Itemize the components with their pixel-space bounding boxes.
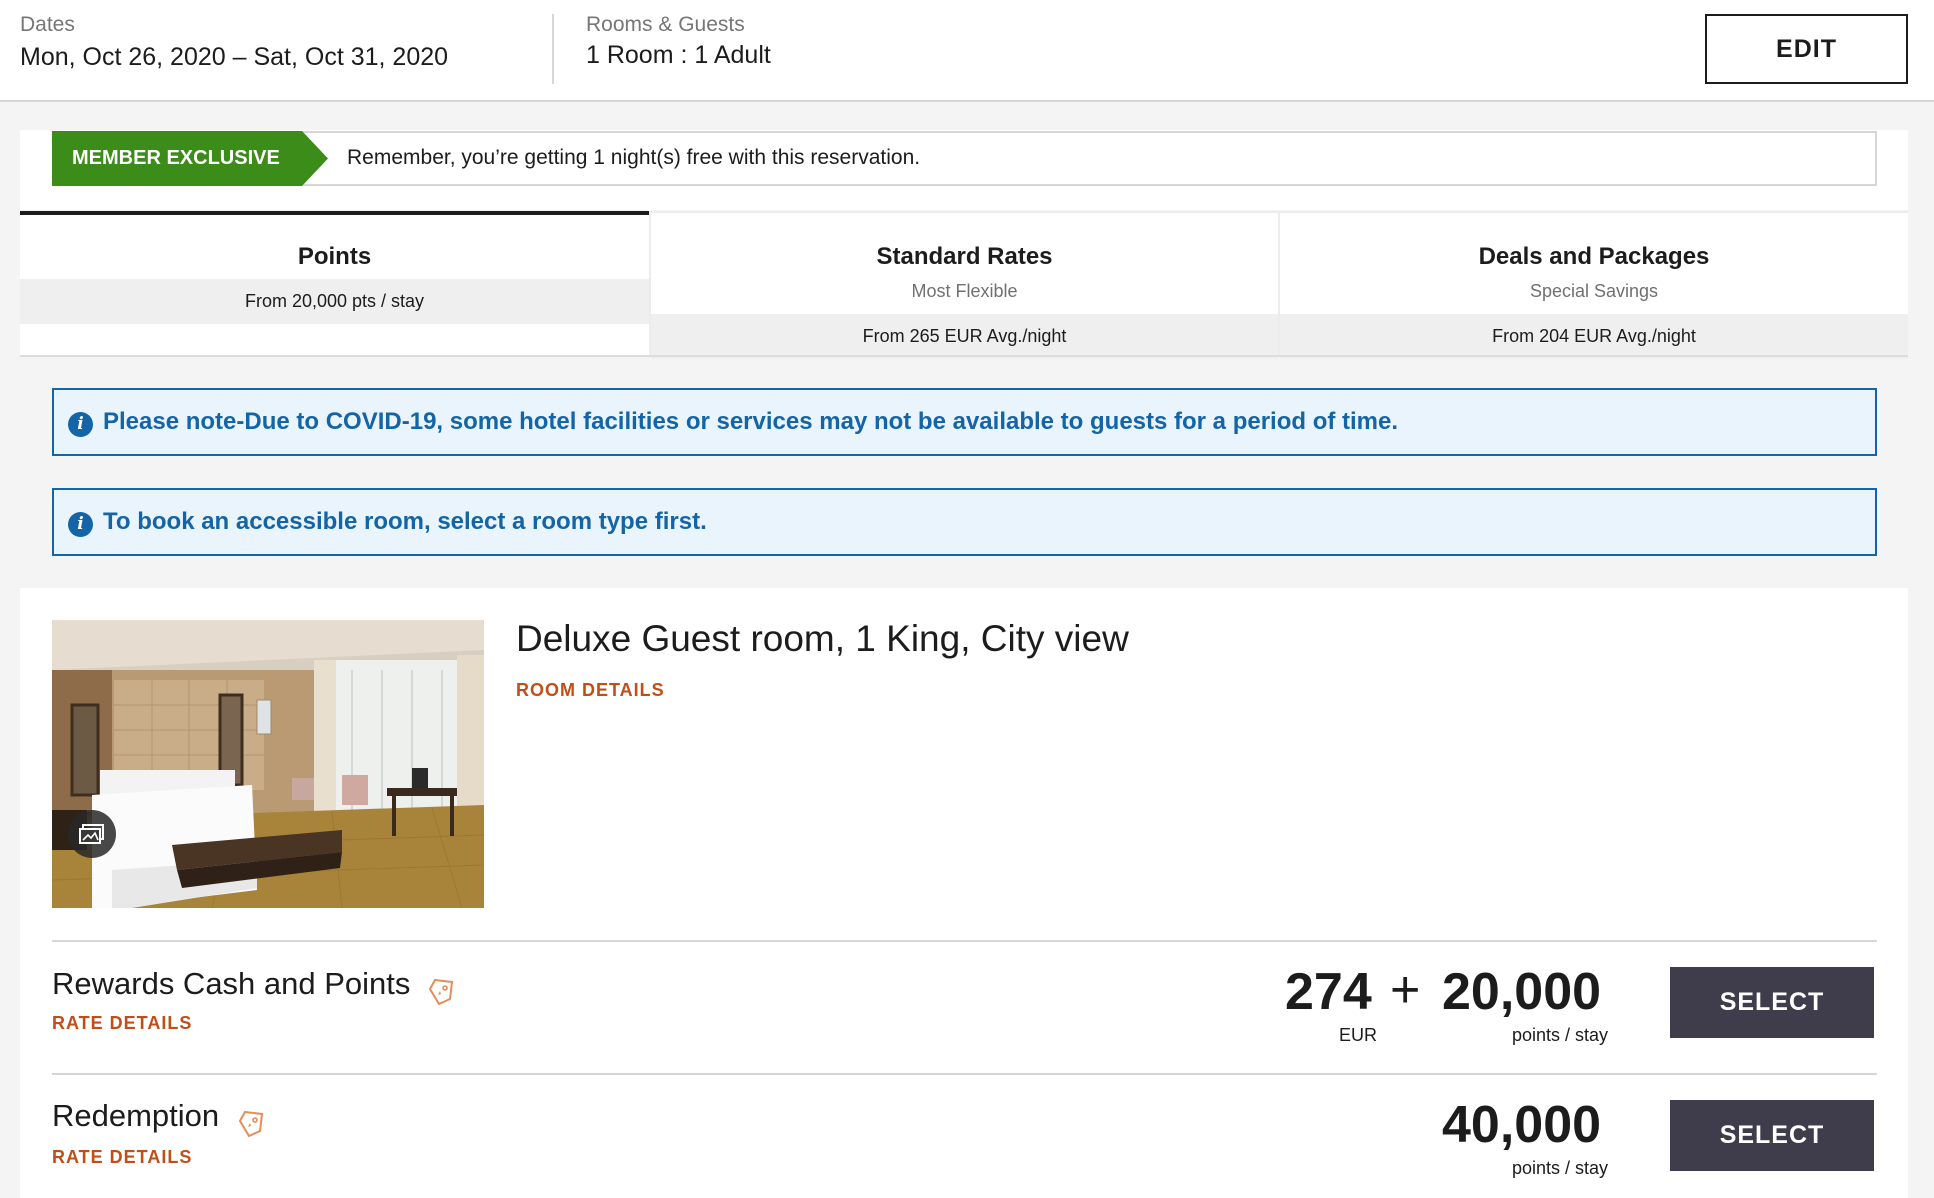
room-photo[interactable] [52, 620, 484, 908]
dates-value[interactable]: Mon, Oct 26, 2020 – Sat, Oct 31, 2020 [20, 43, 448, 72]
rate-details-link[interactable]: RATE DETAILS [52, 1147, 192, 1168]
gallery-icon[interactable] [68, 810, 116, 858]
rooms-guests-label: Rooms & Guests [586, 13, 745, 36]
edit-button[interactable]: EDIT [1705, 14, 1908, 84]
tab-title: Standard Rates [876, 243, 1053, 270]
notice-text: Please note-Due to COVID-19, some hotel … [103, 408, 1399, 435]
covid-notice: i Please note-Due to COVID-19, some hote… [52, 388, 1877, 456]
rate-tag-icon [428, 978, 454, 1006]
points-unit: points / stay [1512, 1158, 1609, 1178]
tab-standard-rates[interactable]: Standard Rates Most Flexible From 265 EU… [649, 211, 1278, 359]
rate-divider [52, 940, 1877, 942]
dates-label: Dates [20, 13, 75, 36]
search-summary-bar: Dates Mon, Oct 26, 2020 – Sat, Oct 31, 2… [0, 0, 1934, 102]
accessible-room-notice: i To book an accessible room, select a r… [52, 488, 1877, 556]
rate-name: Rewards Cash and Points [52, 966, 411, 1001]
tab-subtitle: Most Flexible [911, 281, 1018, 301]
price-points: 20,000 [1442, 963, 1602, 1021]
member-exclusive-message: Remember, you’re getting 1 night(s) free… [347, 146, 921, 169]
cash-unit: EUR [1339, 1025, 1378, 1045]
select-button[interactable]: SELECT [1670, 1100, 1874, 1171]
price-cash: 274 [1285, 963, 1372, 1021]
info-icon: i [68, 411, 93, 437]
header-divider [552, 14, 554, 84]
member-exclusive-badge: MEMBER EXCLUSIVE [52, 131, 328, 186]
room-title: Deluxe Guest room, 1 King, City view [516, 618, 1129, 659]
price-points: 40,000 [1442, 1096, 1602, 1154]
rate-name: Redemption [52, 1098, 220, 1133]
tab-title: Deals and Packages [1478, 243, 1710, 270]
tab-from-price: From 204 EUR Avg./night [1280, 314, 1908, 359]
rate-type-tabs: Points From 20,000 pts / stay Standard R… [20, 211, 1908, 359]
rate-tag-icon [238, 1110, 264, 1138]
notice-text: To book an accessible room, select a roo… [103, 508, 707, 535]
info-icon: i [68, 511, 93, 537]
room-details-link[interactable]: ROOM DETAILS [516, 680, 665, 701]
tab-deals-and-packages[interactable]: Deals and Packages Special Savings From … [1278, 211, 1908, 359]
price-plus: + [1390, 961, 1421, 1019]
rate-divider [52, 1073, 1877, 1075]
points-unit: points / stay [1512, 1025, 1609, 1045]
select-button[interactable]: SELECT [1670, 967, 1874, 1038]
tab-from-price: From 265 EUR Avg./night [651, 314, 1278, 359]
tab-subtitle: Special Savings [1529, 281, 1659, 301]
rooms-guests-value[interactable]: 1 Room : 1 Adult [586, 41, 771, 70]
tabs-bottom-border [20, 355, 1908, 357]
tab-points[interactable]: Points From 20,000 pts / stay [20, 211, 649, 357]
rate-details-link[interactable]: RATE DETAILS [52, 1013, 192, 1034]
tab-title: Points [297, 243, 372, 270]
tab-from-price: From 20,000 pts / stay [20, 279, 649, 324]
